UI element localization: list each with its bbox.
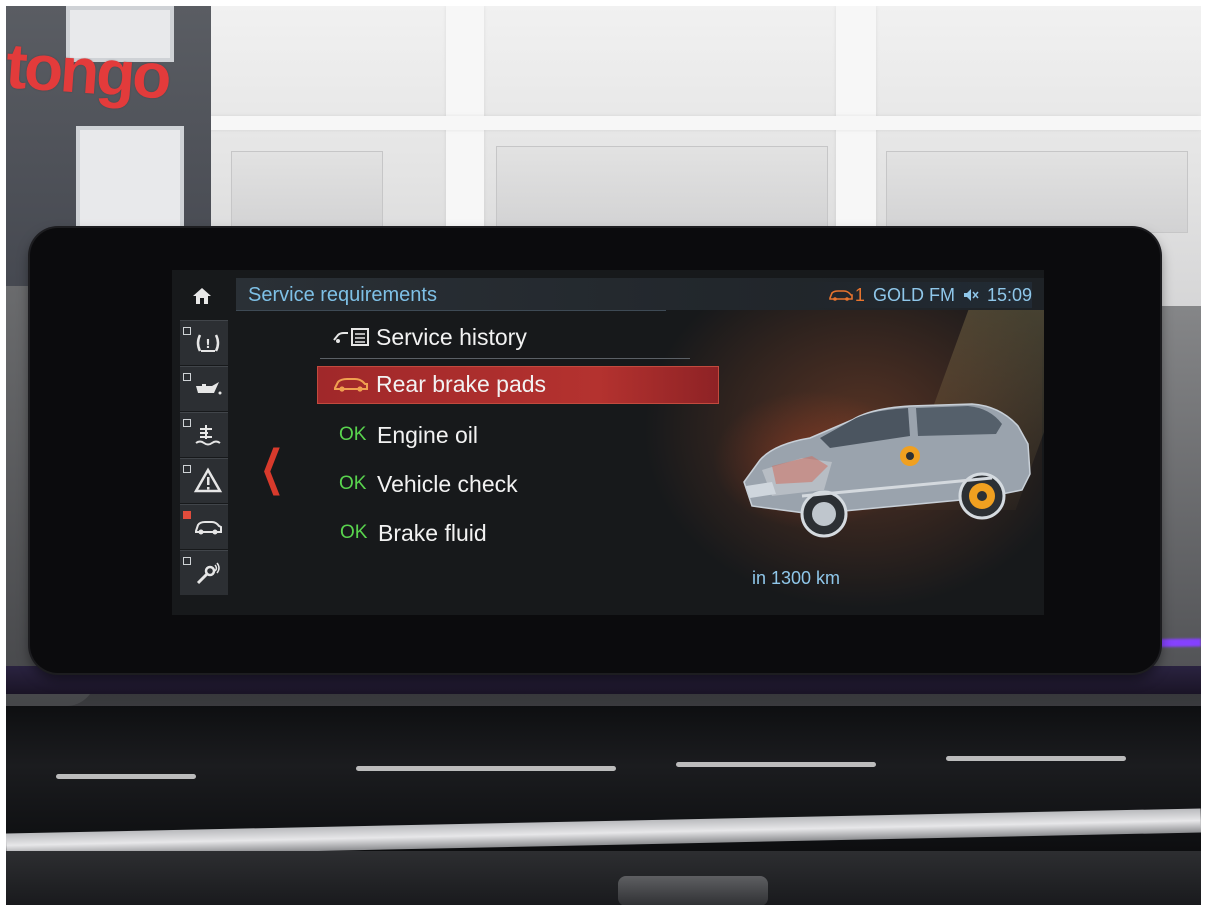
oil-can-icon xyxy=(196,382,222,395)
sidebar-item-vehicle-status[interactable] xyxy=(180,504,228,549)
ok-status: OK xyxy=(339,424,367,445)
list-item-label: Vehicle check xyxy=(377,470,518,497)
due-distance: in 1300 km xyxy=(752,568,841,588)
coolant-level-icon xyxy=(195,425,221,446)
status-bar: 1 GOLD FM 15:09 xyxy=(798,282,1032,308)
mute-icon xyxy=(963,289,979,301)
home-icon[interactable] xyxy=(188,286,216,310)
lower-console xyxy=(6,851,1201,905)
garage-door xyxy=(886,151,1188,233)
list-item-label: Engine oil xyxy=(377,421,479,448)
wrench-service-icon xyxy=(196,562,220,585)
ok-status: OK xyxy=(339,473,367,494)
wall-beam xyxy=(206,116,1201,130)
sidebar-item-coolant[interactable] xyxy=(180,412,228,457)
air-vent xyxy=(618,876,768,905)
clock: 15:09 xyxy=(986,284,1032,305)
sidebar-item-oil[interactable] xyxy=(180,366,228,411)
page-title: Service requirements xyxy=(248,284,437,306)
ok-status: OK xyxy=(340,522,368,543)
list-item-vehicle-check[interactable]: OK Vehicle check xyxy=(339,467,518,501)
header-divider xyxy=(236,310,666,311)
car-status-icon xyxy=(195,521,222,535)
list-divider xyxy=(320,358,690,359)
warning-triangle-icon xyxy=(193,467,223,493)
car-icon xyxy=(829,290,853,301)
list-item-engine-oil[interactable]: OK Engine oil xyxy=(339,418,478,452)
list-item-service-history[interactable]: Service history xyxy=(332,320,527,354)
list-item-rear-brake-pads[interactable]: Rear brake pads xyxy=(332,367,546,401)
list-item-label: Brake fluid xyxy=(378,519,487,546)
service-history-icon xyxy=(333,328,369,346)
list-item-brake-fluid[interactable]: OK Brake fluid xyxy=(340,516,487,550)
back-chevron-icon[interactable]: ❮ xyxy=(260,440,284,496)
screen-header: Service requirements 1 GOLD FM 15:09 xyxy=(236,278,1044,310)
garage-door xyxy=(496,146,828,233)
sidebar-item-service[interactable] xyxy=(180,550,228,595)
svg-text:!: ! xyxy=(205,337,210,351)
vehicle-status-indicator[interactable]: 1 xyxy=(829,285,865,306)
car-icon xyxy=(334,378,368,392)
sidebar-item-warnings[interactable] xyxy=(180,458,228,503)
store-sign: tongo xyxy=(6,29,172,113)
garage-door xyxy=(231,151,383,233)
vehicle-message-count: 1 xyxy=(854,284,865,305)
category-sidebar: ! xyxy=(178,280,230,615)
vehicle-illustration xyxy=(732,386,1032,556)
list-item-label: Service history xyxy=(376,323,527,350)
idrive-screen: ! Service requirements 1 GOLD FM 15:09 ❮… xyxy=(172,270,1044,615)
sidebar-item-tire-pressure[interactable]: ! xyxy=(180,320,228,365)
list-item-label: Rear brake pads xyxy=(376,370,547,397)
radio-station[interactable]: GOLD FM xyxy=(873,285,955,306)
tire-pressure-icon: ! xyxy=(196,334,220,352)
